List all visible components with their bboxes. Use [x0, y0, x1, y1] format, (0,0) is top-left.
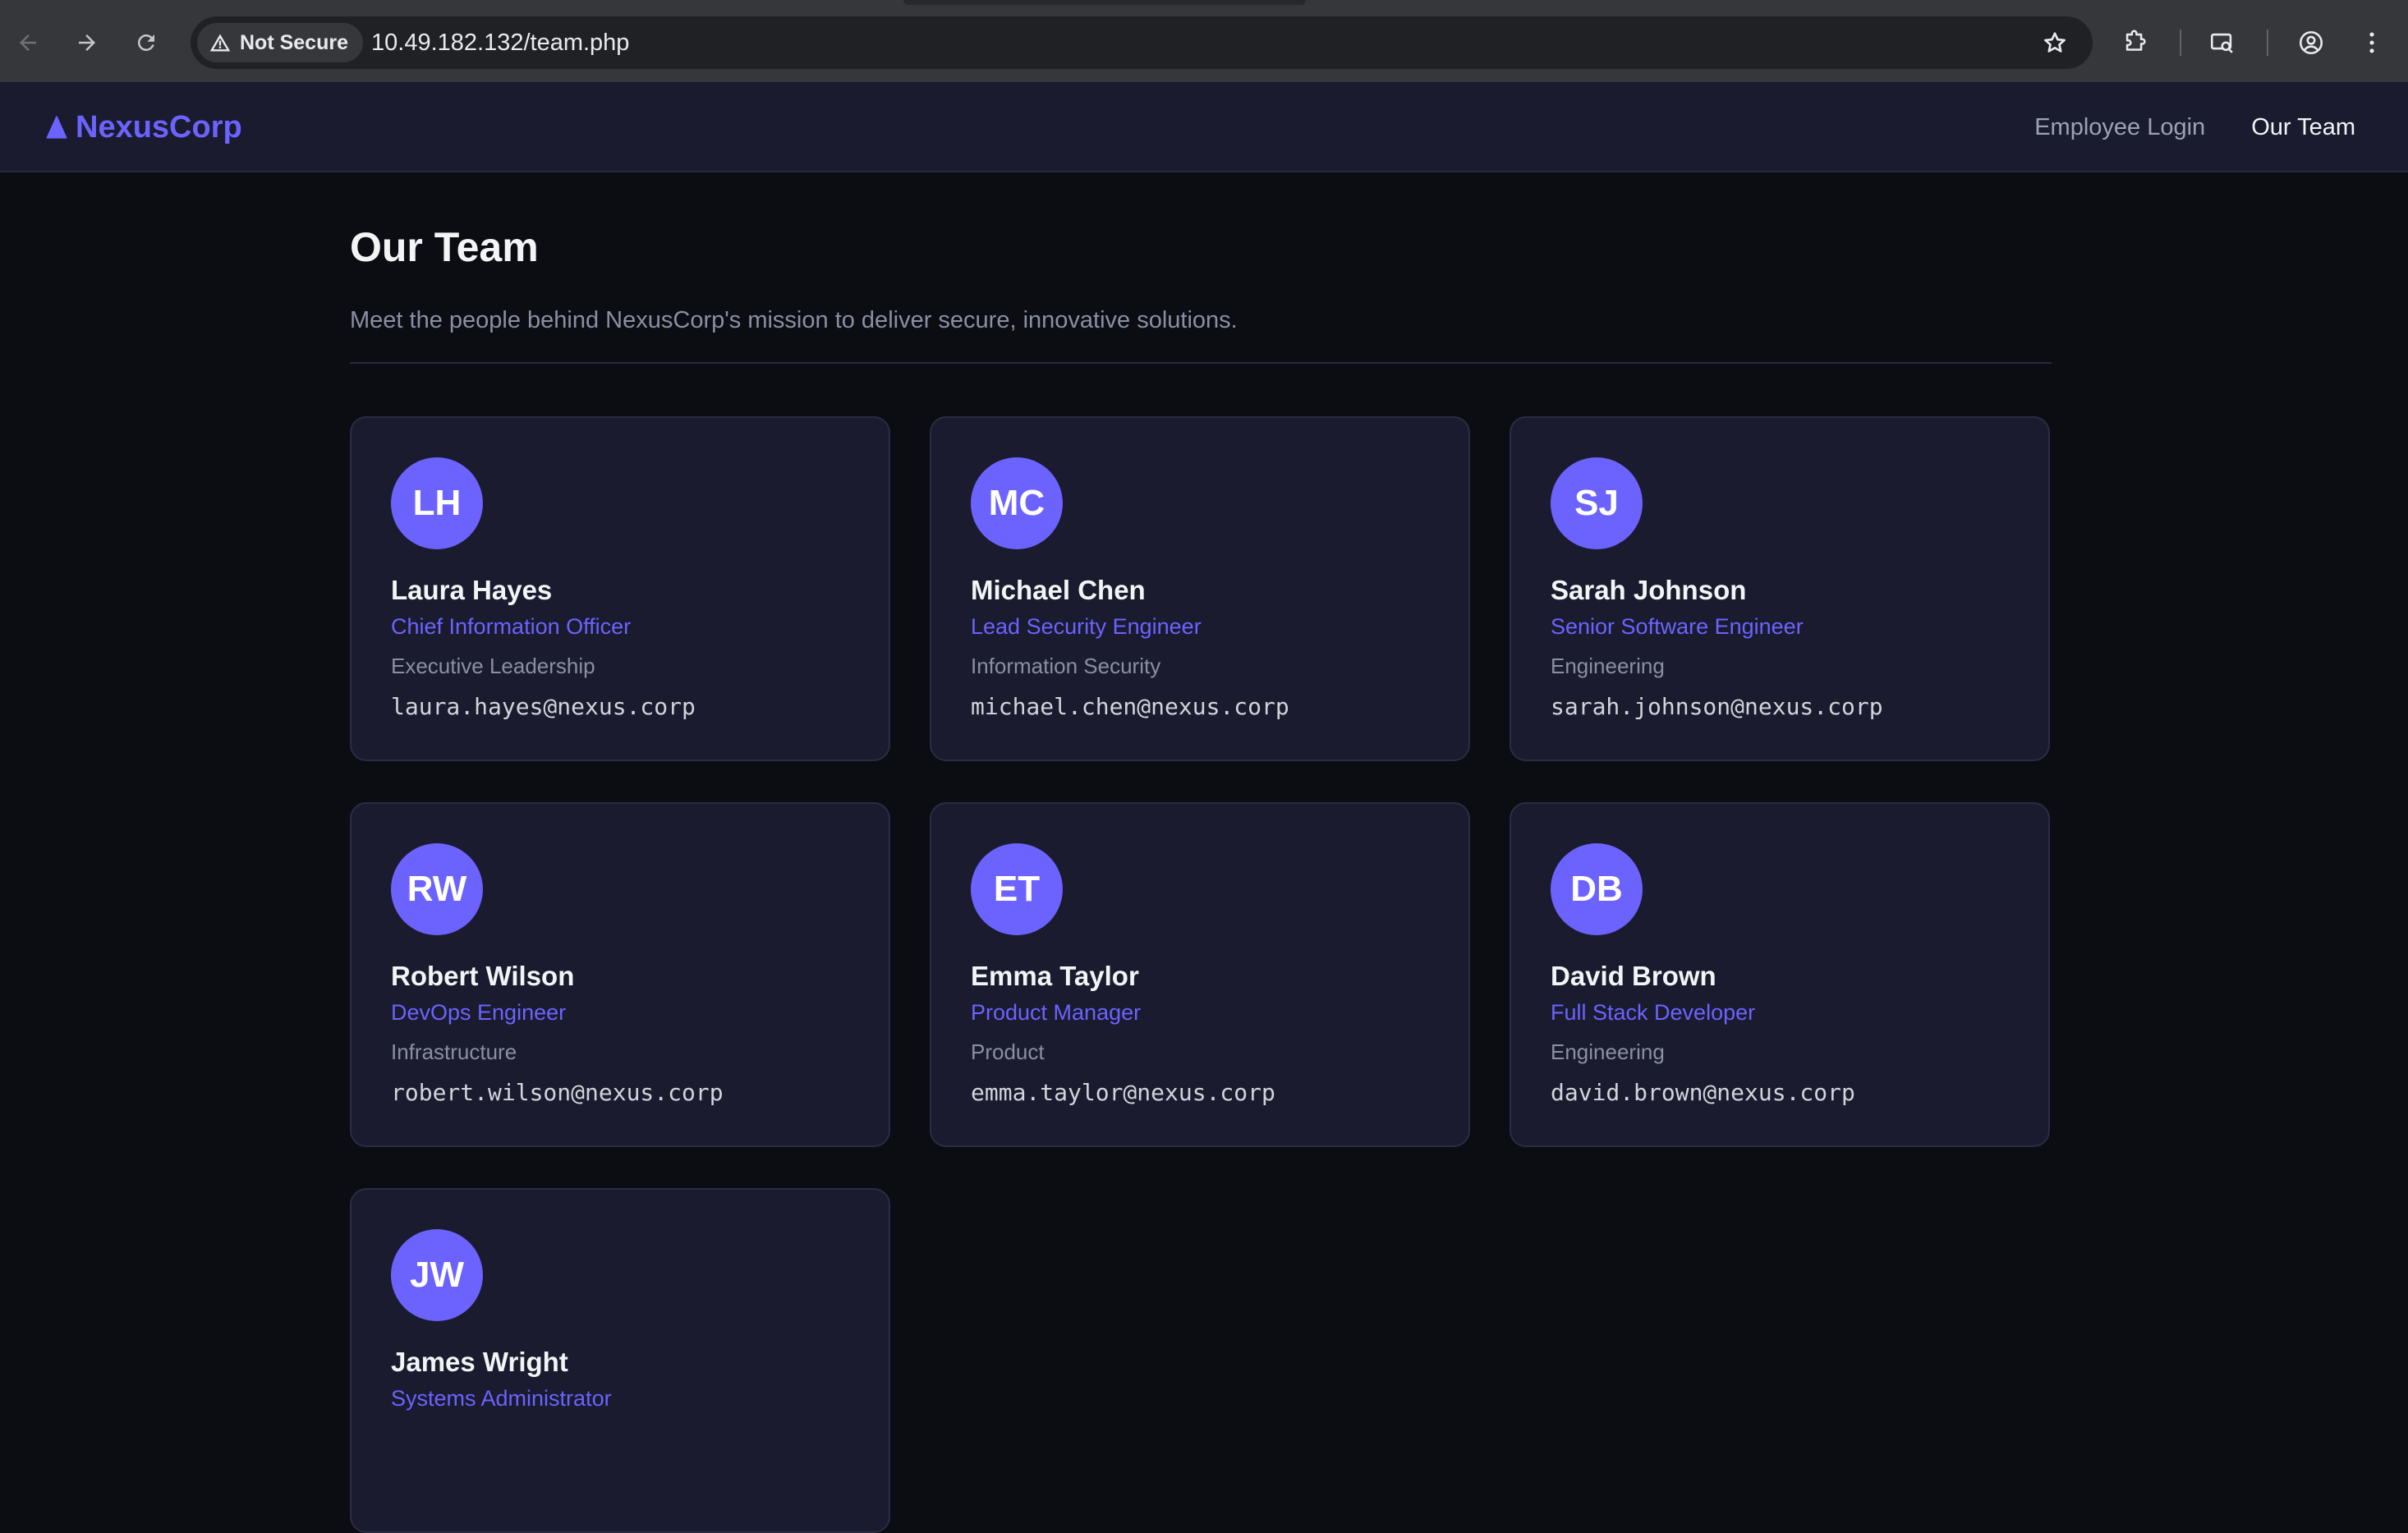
divider — [350, 362, 2052, 364]
member-name: David Brown — [1551, 961, 1716, 991]
browser-toolbar: Not Secure 10.49.182.132/team.php — [0, 0, 2408, 82]
member-department: Information Security — [971, 653, 1161, 678]
extensions-button[interactable] — [2114, 21, 2157, 64]
team-card: DB David Brown Full Stack Developer Engi… — [1510, 802, 2050, 1147]
member-name: Sarah Johnson — [1551, 575, 1747, 605]
avatar: ET — [971, 843, 1063, 935]
team-card: ET Emma Taylor Product Manager Product e… — [930, 802, 1470, 1147]
avatar: MC — [971, 457, 1063, 549]
reload-button[interactable] — [125, 21, 168, 64]
nav-our-team[interactable]: Our Team — [2251, 114, 2355, 141]
member-department: Infrastructure — [391, 1039, 517, 1064]
toolbar-separator — [2267, 30, 2268, 56]
forward-button[interactable] — [66, 21, 108, 64]
security-indicator[interactable]: Not Secure — [197, 23, 363, 62]
brand-name: NexusCorp — [76, 109, 242, 145]
arrow-right-icon — [79, 34, 95, 51]
member-name: James Wright — [391, 1347, 568, 1377]
page-intro: Meet the people behind NexusCorp's missi… — [350, 307, 1238, 333]
member-name: Michael Chen — [971, 575, 1146, 605]
team-card: SJ Sarah Johnson Senior Software Enginee… — [1510, 416, 2050, 761]
triangle-logo-icon — [46, 116, 67, 139]
member-role: Chief Information Officer — [391, 614, 632, 640]
main-nav: Employee Login Our Team — [2034, 82, 2355, 172]
member-name: Robert Wilson — [391, 961, 575, 991]
url-text[interactable]: 10.49.182.132/team.php — [371, 16, 629, 69]
back-button[interactable] — [7, 21, 49, 64]
arrow-left-icon — [20, 34, 36, 51]
page-title: Our Team — [350, 224, 539, 270]
member-name: Laura Hayes — [391, 575, 553, 605]
puzzle-icon — [2125, 30, 2146, 51]
member-role: Full Stack Developer — [1551, 1000, 1756, 1026]
toolbar-separator — [2180, 30, 2181, 56]
member-role: Systems Administrator — [391, 1386, 612, 1411]
avatar: RW — [391, 843, 483, 935]
team-card: JW James Wright Systems Administrator — [350, 1188, 890, 1533]
security-label: Not Secure — [240, 30, 348, 54]
member-email: emma.taylor@nexus.corp — [971, 1078, 1275, 1106]
avatar: LH — [391, 457, 483, 549]
site-header: NexusCorp Employee Login Our Team — [0, 82, 2408, 172]
main-content: Our Team Meet the people behind NexusCor… — [350, 172, 2052, 1533]
team-card: MC Michael Chen Lead Security Engineer I… — [930, 416, 1470, 761]
star-icon — [2044, 32, 2066, 53]
team-grid: LH Laura Hayes Chief Information Officer… — [350, 416, 2052, 1533]
address-bar[interactable]: Not Secure 10.49.182.132/team.php — [191, 16, 2093, 69]
avatar: JW — [391, 1229, 483, 1321]
member-email: sarah.johnson@nexus.corp — [1551, 692, 1883, 720]
reload-icon — [137, 34, 154, 51]
warning-triangle-icon — [209, 34, 231, 52]
account-circle-icon — [2299, 30, 2323, 55]
brand-logo[interactable]: NexusCorp — [46, 82, 242, 172]
member-name: Emma Taylor — [971, 961, 1139, 991]
member-email: david.brown@nexus.corp — [1551, 1078, 1855, 1106]
team-card: RW Robert Wilson DevOps Engineer Infrast… — [350, 802, 890, 1147]
bookmark-button[interactable] — [2037, 25, 2073, 61]
member-department: Engineering — [1551, 1039, 1665, 1064]
member-email: laura.hayes@nexus.corp — [391, 692, 696, 720]
more-vertical-icon — [2369, 32, 2374, 53]
member-role: Senior Software Engineer — [1551, 614, 1804, 640]
member-email: robert.wilson@nexus.corp — [391, 1078, 724, 1106]
member-department: Engineering — [1551, 653, 1665, 678]
media-search-icon — [2210, 33, 2233, 53]
member-email: michael.chen@nexus.corp — [971, 692, 1289, 720]
member-role: DevOps Engineer — [391, 1000, 567, 1026]
member-department: Executive Leadership — [391, 653, 595, 678]
member-department: Product — [971, 1039, 1045, 1064]
profile-button[interactable] — [2290, 21, 2332, 64]
avatar: SJ — [1551, 457, 1643, 549]
team-card: LH Laura Hayes Chief Information Officer… — [350, 416, 890, 761]
menu-button[interactable] — [2351, 21, 2393, 64]
avatar: DB — [1551, 843, 1643, 935]
member-role: Lead Security Engineer — [971, 614, 1202, 640]
nav-employee-login[interactable]: Employee Login — [2034, 114, 2205, 141]
tab-search-button[interactable] — [2201, 21, 2244, 64]
member-role: Product Manager — [971, 1000, 1142, 1026]
tab-strip-edge — [903, 0, 1306, 5]
